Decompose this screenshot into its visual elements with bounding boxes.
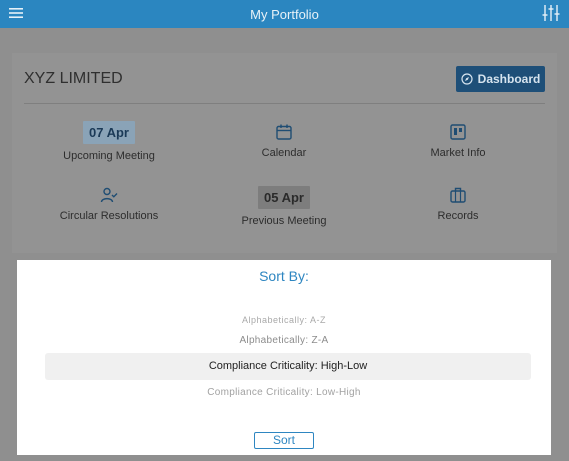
upcoming-meeting-date: 07 Apr [83,121,135,144]
card-divider [24,103,545,104]
sort-sheet: Sort By: Alphabetically: A-Z Alphabetica… [17,260,551,455]
circular-resolutions-label: Circular Resolutions [59,210,159,222]
sort-button[interactable]: Sort [254,432,314,449]
market-info-label: Market Info [430,147,486,159]
briefcase-icon [450,187,466,203]
top-bar: My Portfolio [0,0,569,28]
sort-option-compliance-low-high[interactable]: Compliance Criticality: Low-High [17,387,551,398]
sliders-icon[interactable] [541,3,561,23]
records-label: Records [437,210,479,222]
company-card: XYZ LIMITED Dashboard 07 Apr Upcoming Me… [12,53,557,253]
user-check-icon [100,187,118,203]
company-name: XYZ LIMITED [24,70,123,87]
calendar-label: Calendar [261,147,307,159]
previous-meeting-label: Previous Meeting [241,215,327,227]
tile-upcoming-meeting[interactable]: 07 Apr Upcoming Meeting [18,121,200,162]
calendar-icon [276,124,292,140]
dashboard-button-label: Dashboard [477,72,541,86]
market-info-icon [450,124,466,140]
tile-market-info[interactable]: Market Info [367,123,549,159]
tile-previous-meeting[interactable]: 05 Apr Previous Meeting [193,186,375,227]
sort-sheet-title: Sort By: [259,268,309,284]
tile-records[interactable]: Records [367,186,549,222]
upcoming-meeting-label: Upcoming Meeting [63,150,155,162]
sort-option-alpha-az[interactable]: Alphabetically: A-Z [17,315,551,325]
tile-calendar[interactable]: Calendar [193,123,375,159]
sort-option-alpha-za[interactable]: Alphabetically: Z-A [17,335,551,346]
tile-circular-resolutions[interactable]: Circular Resolutions [18,186,200,222]
hamburger-menu-icon[interactable] [8,5,24,21]
previous-meeting-date: 05 Apr [258,186,310,209]
dashboard-button[interactable]: Dashboard [456,66,545,92]
compass-icon [461,73,473,85]
page-title: My Portfolio [250,6,319,22]
sort-option-compliance-high-low[interactable]: Compliance Criticality: High-Low [45,353,531,380]
